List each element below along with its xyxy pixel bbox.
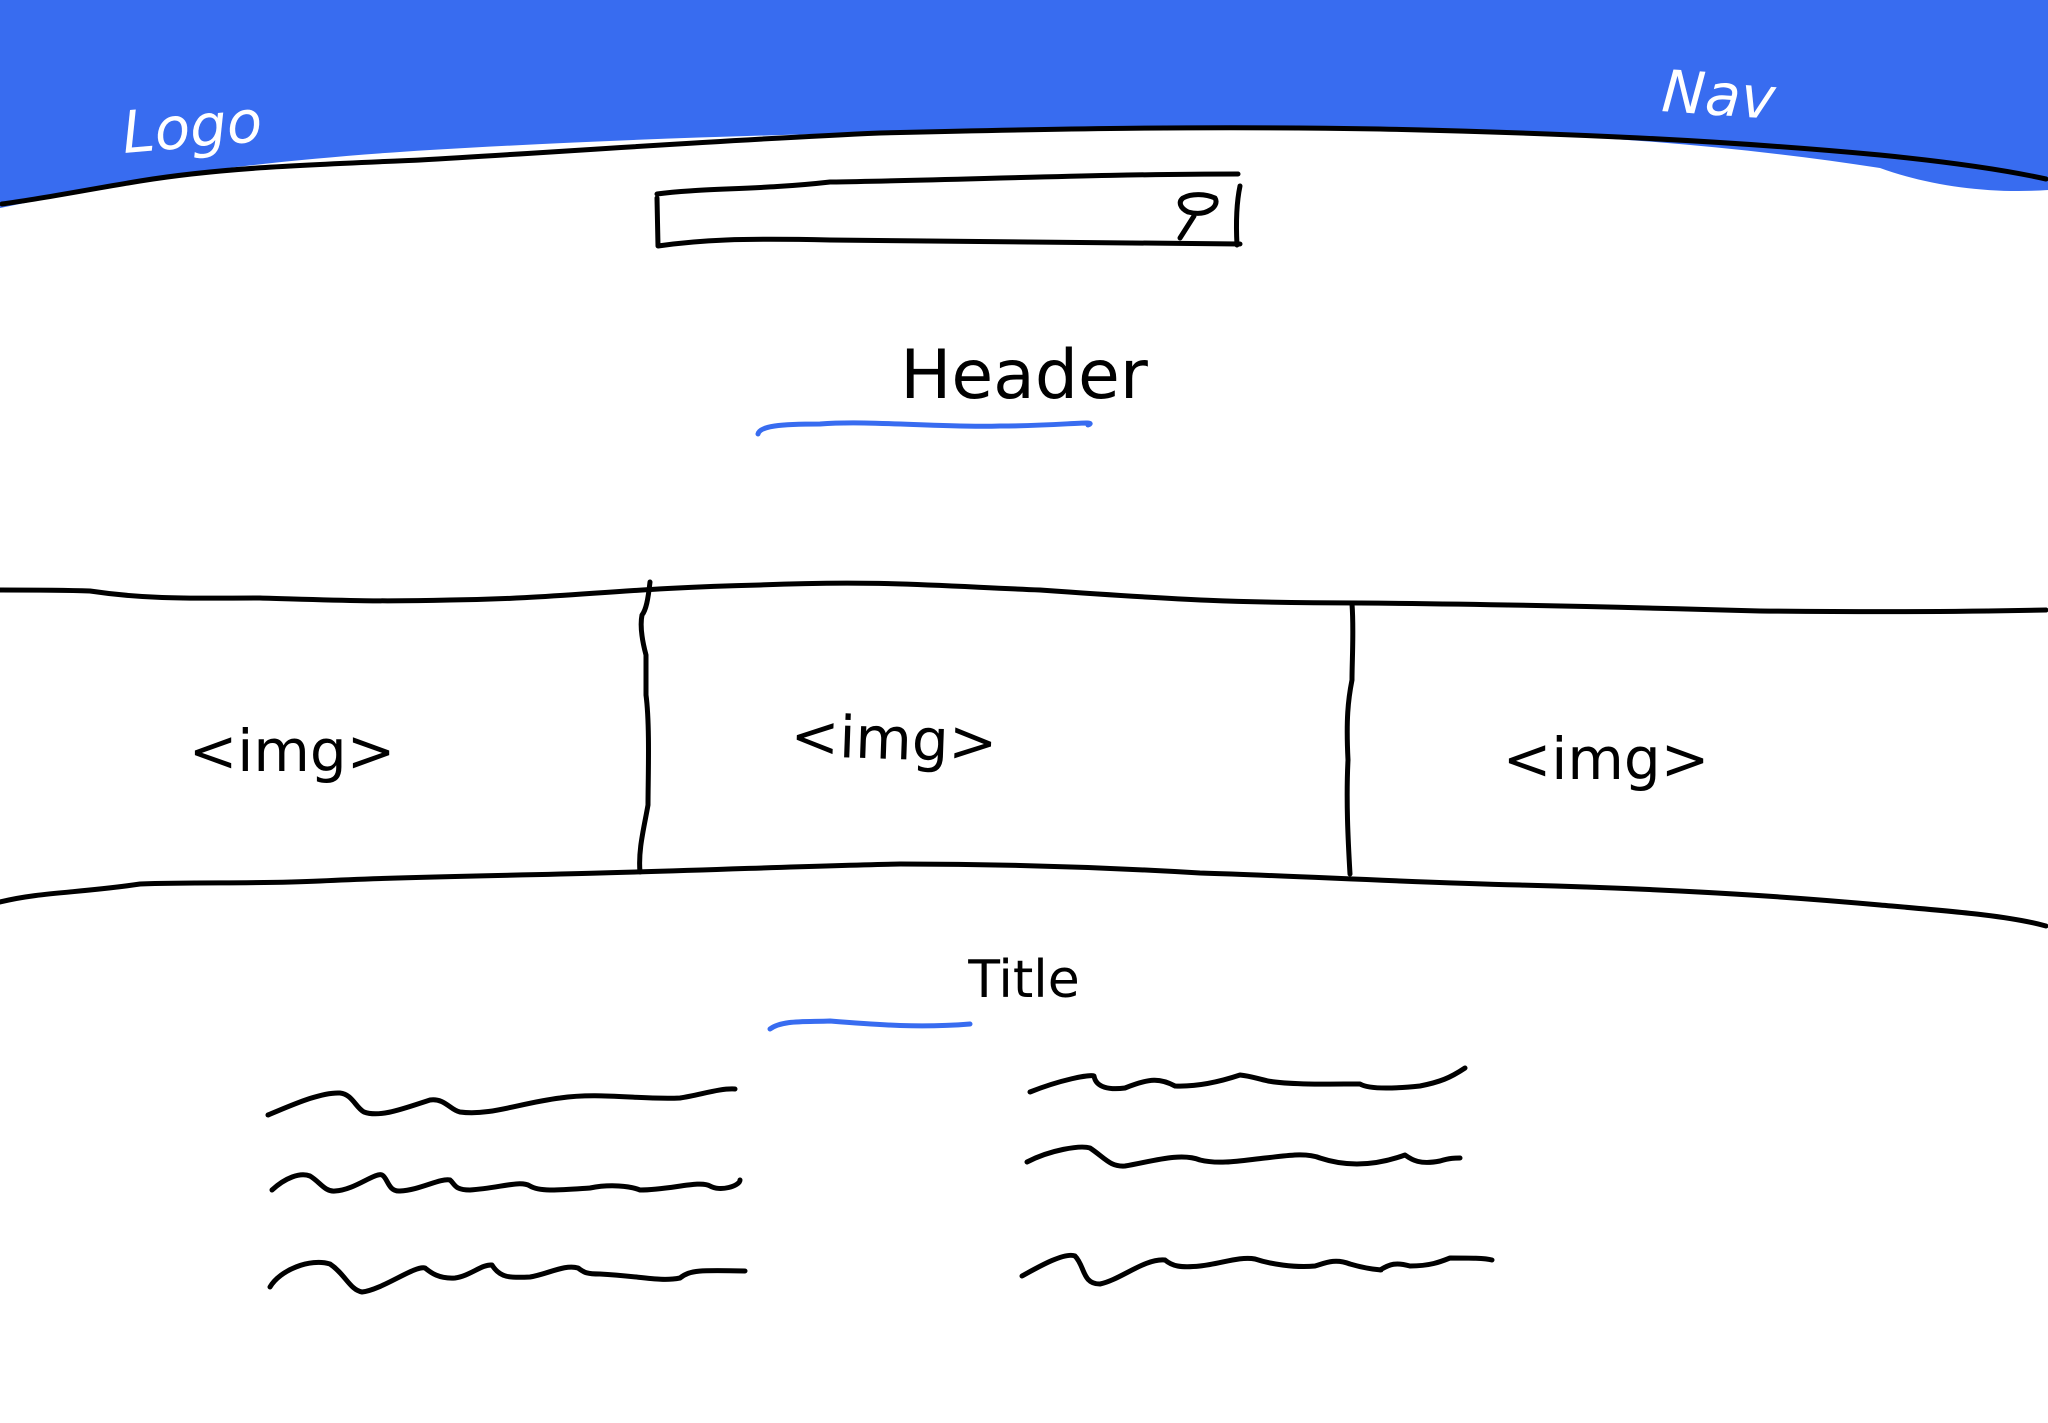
logo-text[interactable]: Logo xyxy=(119,87,265,167)
text-line xyxy=(265,1086,738,1118)
title-underline xyxy=(767,1018,973,1032)
gallery-divider-1 xyxy=(637,579,653,875)
search-icon[interactable] xyxy=(1177,192,1219,241)
header-title: Header xyxy=(900,336,1148,415)
text-column-right xyxy=(1019,1065,1495,1287)
search-bar[interactable] xyxy=(654,171,1243,249)
image-placeholder-2: <img> xyxy=(789,701,999,777)
text-line xyxy=(1024,1144,1463,1169)
text-line xyxy=(269,1172,743,1194)
text-line xyxy=(1027,1065,1468,1095)
image-placeholder-1: <img> xyxy=(188,717,396,785)
image-placeholder-3: <img> xyxy=(1502,725,1710,793)
section-title: Title xyxy=(968,950,1080,1010)
text-column-left xyxy=(265,1086,748,1295)
gallery-divider-2 xyxy=(1344,601,1356,877)
header-underline xyxy=(755,420,1093,437)
text-line xyxy=(267,1260,748,1295)
wireframe-sketch xyxy=(0,0,2048,1295)
text-line xyxy=(1019,1252,1495,1287)
nav-text[interactable]: Nav xyxy=(1660,57,1778,133)
